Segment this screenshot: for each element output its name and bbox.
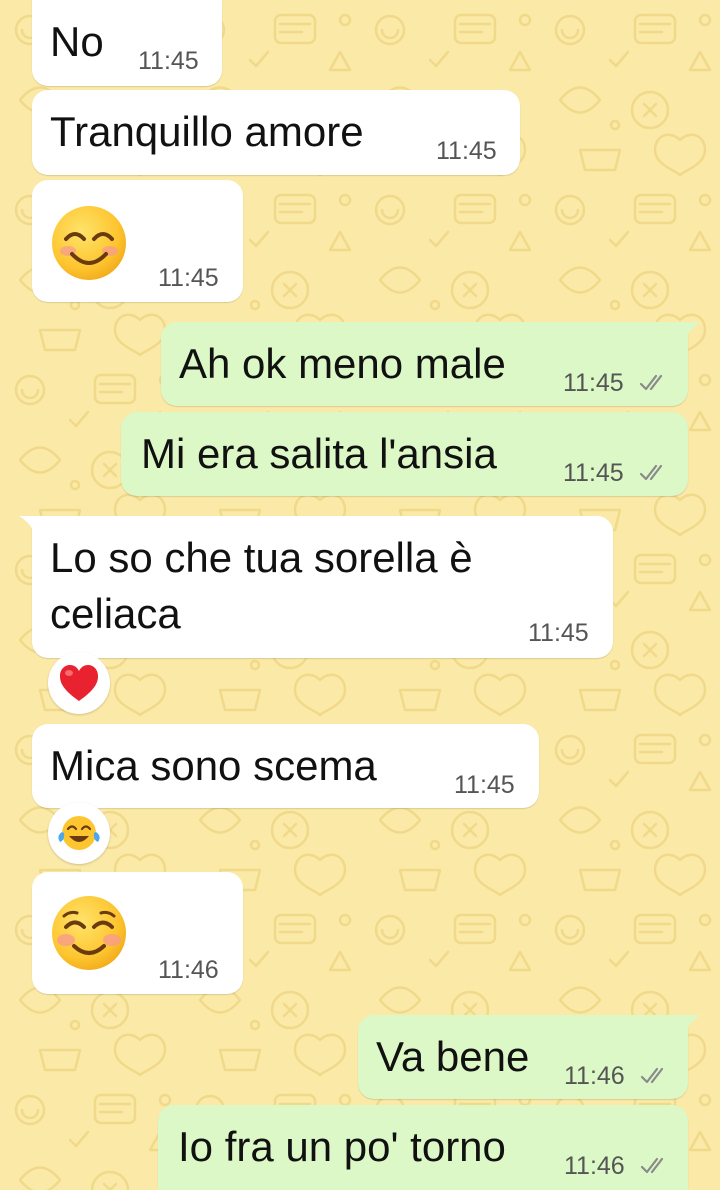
message-text: Tranquillo amore xyxy=(50,108,364,155)
read-receipt-icon xyxy=(639,374,663,391)
message-incoming-tranquillo[interactable]: Tranquillo amore 11:45 xyxy=(32,90,520,175)
message-incoming-emoji[interactable]: 11:45 xyxy=(32,180,243,302)
message-text: Mica sono scema xyxy=(50,742,377,789)
message-incoming-scema[interactable]: Mica sono scema 11:45 xyxy=(32,724,539,808)
message-incoming-emoji-2[interactable]: 11:46 xyxy=(32,872,243,994)
message-incoming-no[interactable]: No 11:45 xyxy=(32,0,222,86)
message-time: 11:46 xyxy=(564,1062,625,1090)
reaction-laugh[interactable] xyxy=(48,802,110,864)
message-time: 11:45 xyxy=(158,264,219,292)
bubble-tail xyxy=(687,322,701,336)
message-time: 11:45 xyxy=(563,369,624,397)
bubble-tail xyxy=(19,516,33,530)
message-time: 11:45 xyxy=(454,771,515,799)
read-receipt-icon xyxy=(640,1067,664,1084)
message-time: 11:45 xyxy=(563,459,624,487)
red-heart-icon xyxy=(60,665,98,701)
message-outgoing-meno-male[interactable]: Ah ok meno male 11:45 xyxy=(161,322,688,406)
message-incoming-celiaca[interactable]: Lo so che tua sorella è celiaca 11:45 xyxy=(32,516,613,658)
smiling-face-icon xyxy=(52,896,126,970)
message-outgoing-va-bene[interactable]: Va bene 11:46 xyxy=(358,1015,688,1099)
reaction-heart[interactable] xyxy=(48,652,110,714)
message-text: Io fra un po' torno xyxy=(178,1123,506,1170)
message-outgoing-ansia[interactable]: Mi era salita l'ansia 11:45 xyxy=(121,412,688,496)
message-text: Va bene xyxy=(376,1033,530,1080)
message-time: 11:45 xyxy=(138,47,199,75)
message-time: 11:45 xyxy=(528,619,589,647)
read-receipt-icon xyxy=(640,1157,664,1174)
smiling-face-with-smiling-eyes-icon xyxy=(52,206,126,280)
message-text: Lo so che tua sorella è celiaca xyxy=(50,534,473,637)
message-text: Ah ok meno male xyxy=(179,340,506,387)
bubble-tail xyxy=(687,1015,701,1029)
message-text: No xyxy=(50,18,104,65)
message-text: Mi era salita l'ansia xyxy=(141,430,497,477)
face-with-tears-of-joy-icon xyxy=(58,816,100,850)
message-time: 11:46 xyxy=(158,956,219,984)
read-receipt-icon xyxy=(639,464,663,481)
message-outgoing-torno[interactable]: Io fra un po' torno 11:46 xyxy=(158,1105,688,1190)
message-time: 11:46 xyxy=(564,1152,625,1180)
message-time: 11:45 xyxy=(436,137,497,165)
